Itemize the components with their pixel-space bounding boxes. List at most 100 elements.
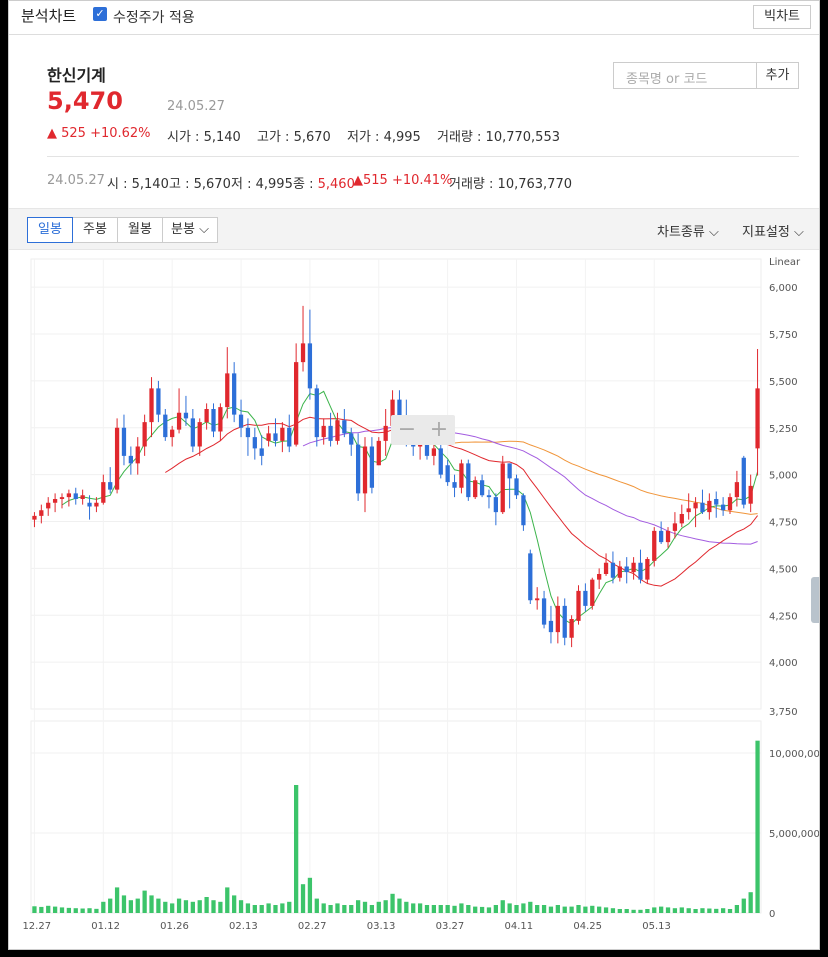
zoom-out-button[interactable]: −	[391, 417, 423, 443]
volume-stat: 거래량 : 10,770,553	[437, 130, 560, 145]
candlestick-chart[interactable]: 4,000 4,250 4,500 4,750 5,000 5,250 5,500 5,750…	[9, 251, 820, 941]
volume-bar	[273, 905, 278, 913]
volume-bar	[603, 907, 609, 913]
summary-low-label: 저	[231, 177, 243, 192]
volume-tick-label: 5,000,000	[769, 829, 820, 840]
candle-body	[748, 485, 753, 504]
volume-bar	[417, 903, 423, 913]
volume-bar	[46, 905, 51, 913]
volume-bar	[659, 906, 664, 913]
summary-low: 저 : 4,995	[231, 177, 293, 192]
tab-minute[interactable]: 분봉 ⌵	[162, 217, 218, 243]
tab-monthly[interactable]: 월봉	[117, 217, 163, 243]
volume-bar	[466, 905, 471, 913]
indicator-settings-menu[interactable]: 지표설정 ⌵	[742, 221, 804, 240]
volume-bar	[101, 901, 106, 913]
tab-weekly[interactable]: 주봉	[72, 217, 118, 243]
open-value: 5,140	[203, 130, 241, 145]
candle-body	[176, 412, 182, 430]
volume-bar	[300, 884, 306, 913]
candle-body	[624, 566, 629, 573]
price-panel	[30, 258, 762, 710]
date-tick-label: 12.27	[22, 921, 51, 932]
candle-body	[328, 425, 333, 441]
candle-body	[349, 433, 354, 445]
side-panel-handle[interactable]	[811, 577, 819, 623]
volume-tick-label: 10,000,000	[769, 749, 820, 760]
candle-body	[101, 482, 106, 503]
volume-bar	[266, 903, 271, 913]
adjusted-price-checkbox[interactable]: ✓	[93, 7, 107, 21]
zoom-control: − +	[391, 415, 455, 445]
tab-daily[interactable]: 일봉	[27, 217, 73, 243]
volume-bar	[321, 903, 326, 913]
volume-bar	[445, 905, 450, 913]
candle-body	[66, 493, 72, 498]
volume-bar	[638, 909, 643, 913]
candle-body	[672, 523, 678, 531]
volume-bar	[714, 908, 719, 913]
scale-label: Linear	[769, 257, 801, 268]
volume-bar	[170, 903, 175, 913]
candle-body	[693, 502, 698, 509]
candle-body	[431, 448, 437, 456]
volume-bar	[314, 898, 319, 913]
volume-bar	[452, 905, 457, 913]
summary-volume: 거래량 : 10,763,770	[449, 177, 572, 192]
candle-body	[300, 343, 306, 363]
add-button[interactable]: 추가	[757, 62, 799, 89]
volume-bar	[218, 901, 223, 913]
candle-body	[741, 457, 746, 505]
volume-bar	[39, 906, 44, 913]
stock-search-input[interactable]: 종목명 or 코드	[613, 62, 757, 89]
volume-bar	[590, 905, 595, 913]
volume-bar	[562, 906, 567, 913]
volume-bar	[190, 901, 195, 913]
adjusted-price-label[interactable]: 수정주가 적용	[113, 7, 195, 27]
window-title: 분석차트	[21, 7, 77, 25]
candle-body	[445, 465, 450, 483]
candle-body	[156, 388, 161, 415]
volume-bar	[52, 906, 58, 913]
candle-body	[232, 373, 237, 415]
volume-bar	[108, 898, 113, 913]
volume-label: 거래량	[437, 130, 473, 145]
candle-body	[438, 448, 443, 475]
candle-body	[273, 433, 278, 441]
zoom-in-button[interactable]: +	[423, 417, 455, 443]
candle-body	[720, 504, 726, 511]
candle-body	[245, 427, 251, 438]
candle-body	[294, 362, 299, 445]
volume-bar	[424, 905, 430, 913]
candle-body	[507, 463, 512, 479]
volume-bar	[679, 907, 684, 913]
volume-bar	[535, 905, 540, 913]
price-tick-label: 4,750	[769, 518, 798, 529]
volume-bar	[665, 907, 671, 913]
chart-type-menu[interactable]: 차트종류 ⌵	[657, 221, 719, 240]
candle-body	[665, 530, 671, 543]
summary-high: 고 : 5,670	[169, 177, 231, 192]
summary-change: ▲515 +10.41%	[353, 173, 453, 188]
volume-bar	[73, 908, 78, 913]
candle-body	[204, 409, 209, 423]
big-chart-button[interactable]: 빅차트	[753, 5, 811, 29]
volume-bar	[617, 909, 622, 913]
price-tick-label: 5,750	[769, 330, 798, 341]
candle-body	[638, 562, 643, 580]
open-stat: 시가 : 5,140	[167, 130, 241, 145]
volume-bar	[459, 903, 464, 913]
divider	[47, 156, 799, 157]
low-label: 저가	[347, 130, 371, 145]
summary-close: 종 : 5,460	[293, 177, 355, 192]
candle-body	[73, 493, 78, 499]
date-tick-label: 02.27	[298, 921, 327, 932]
candle-body	[307, 343, 313, 389]
volume-bar	[335, 903, 340, 913]
volume-bar	[610, 908, 616, 913]
candle-body	[94, 502, 99, 507]
volume-bar	[87, 908, 92, 913]
volume-tick-label: 0	[769, 909, 775, 920]
volume-bar	[376, 901, 381, 913]
volume-bar	[259, 905, 264, 913]
